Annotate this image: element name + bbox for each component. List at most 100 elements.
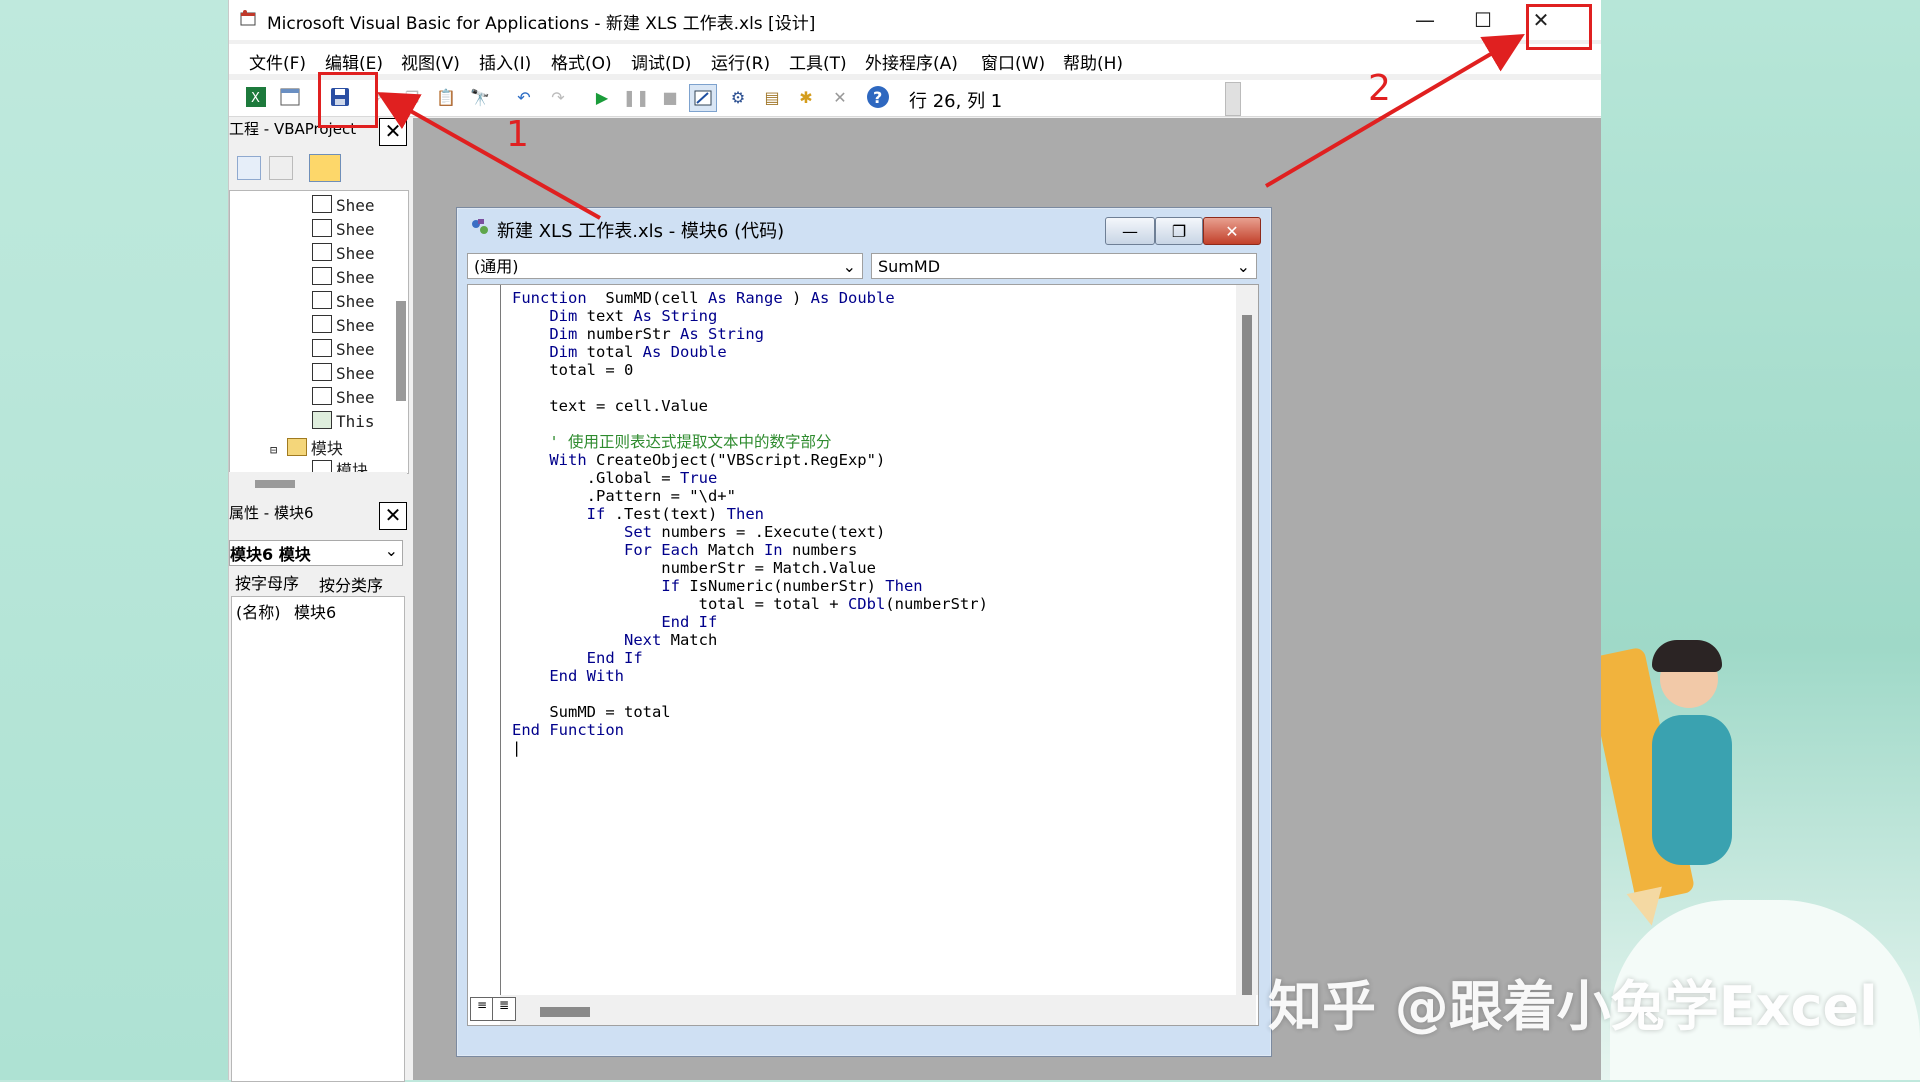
reset-icon[interactable]: ■	[657, 84, 683, 110]
code-line[interactable]: Function SumMD(cell As Range ) As Double	[512, 289, 988, 307]
break-icon[interactable]: ❚❚	[623, 84, 650, 110]
paste-icon[interactable]: 📋	[433, 84, 459, 110]
menu-edit[interactable]: 编辑(E)	[325, 49, 383, 74]
code-line[interactable]: If IsNumeric(numberStr) Then	[512, 577, 988, 595]
code-line[interactable]: End If	[512, 649, 988, 667]
code-line[interactable]: total = total + CDbl(numberStr)	[512, 595, 988, 613]
code-editor[interactable]: Function SumMD(cell As Range ) As Double…	[467, 284, 1259, 1026]
code-token: numberStr = Match.Value	[512, 559, 876, 577]
code-vscroll-thumb[interactable]	[1242, 315, 1252, 995]
code-margin[interactable]	[468, 285, 501, 1025]
tree-item-sheet[interactable]: Shee	[312, 243, 375, 263]
menu-tools[interactable]: 工具(T)	[789, 49, 847, 74]
code-line[interactable]: SumMD = total	[512, 703, 988, 721]
tree-item-sheet[interactable]: Shee	[312, 387, 375, 407]
code-line[interactable]: total = 0	[512, 361, 988, 379]
project-explorer-close-button[interactable]: ✕	[379, 118, 407, 146]
menu-view[interactable]: 视图(V)	[401, 49, 460, 74]
tree-item-thisworkbook[interactable]: This	[312, 411, 375, 431]
code-line[interactable]: If .Test(text) Then	[512, 505, 988, 523]
minimize-button[interactable]: —	[1395, 0, 1455, 40]
code-keyword: As	[633, 307, 652, 325]
tree-item-sheet[interactable]: Shee	[312, 267, 375, 287]
code-hscroll-thumb[interactable]	[540, 1007, 590, 1017]
code-vscroll[interactable]	[1236, 285, 1258, 995]
full-module-view-icon[interactable]: ≣	[492, 997, 516, 1021]
toolbox-icon[interactable]: ✕	[827, 84, 853, 110]
tree-item-sheet[interactable]: Shee	[312, 291, 375, 311]
code-line[interactable]: Dim text As String	[512, 307, 988, 325]
code-keyword: If	[661, 577, 680, 595]
tree-item-sheet[interactable]: Shee	[312, 339, 375, 359]
code-line[interactable]: For Each Match In numbers	[512, 541, 988, 559]
redo-icon[interactable]: ↷	[545, 84, 571, 110]
object-browser-icon[interactable]: ✱	[793, 84, 819, 110]
code-line[interactable]: .Global = True	[512, 469, 988, 487]
tree-item-sheet[interactable]: Shee	[312, 219, 375, 239]
code-keyword: String	[708, 325, 764, 343]
code-keyword: Double	[670, 343, 727, 361]
toggle-folders-icon[interactable]	[309, 154, 341, 182]
code-line[interactable]: Next Match	[512, 631, 988, 649]
design-mode-icon[interactable]	[689, 84, 717, 112]
code-line[interactable]: .Pattern = "\d+"	[512, 487, 988, 505]
code-line[interactable]: End Function	[512, 721, 988, 739]
properties-object-select[interactable]: 模块6 模块 ⌄	[229, 540, 403, 566]
code-line[interactable]: Set numbers = .Execute(text)	[512, 523, 988, 541]
code-minimize-button[interactable]: —	[1105, 217, 1155, 245]
undo-icon[interactable]: ↶	[511, 84, 537, 110]
view-object-icon[interactable]	[269, 156, 293, 180]
toolbar-overflow[interactable]	[1225, 82, 1241, 116]
object-combo[interactable]: (通用) ⌄	[467, 253, 863, 279]
project-hscroll[interactable]	[229, 472, 407, 496]
code-restore-button[interactable]: ❐	[1155, 217, 1203, 245]
menu-debug[interactable]: 调试(D)	[631, 49, 691, 74]
tab-categorized[interactable]: 按分类序	[319, 572, 383, 596]
find-icon[interactable]: 🔭	[467, 84, 493, 110]
code-line[interactable]: Dim total As Double	[512, 343, 988, 361]
code-line[interactable]: text = cell.Value	[512, 397, 988, 415]
insert-userform-icon[interactable]	[277, 84, 303, 110]
menu-help[interactable]: 帮助(H)	[1063, 49, 1123, 74]
code-line[interactable]: numberStr = Match.Value	[512, 559, 988, 577]
code-line[interactable]: With CreateObject("VBScript.RegExp")	[512, 451, 988, 469]
copy-icon[interactable]: ❐	[399, 84, 425, 110]
maximize-button[interactable]: ☐	[1453, 0, 1513, 40]
code-close-button[interactable]: ✕	[1203, 217, 1261, 245]
menu-format[interactable]: 格式(O)	[551, 49, 612, 74]
help-icon[interactable]: ?	[865, 84, 891, 110]
menu-run[interactable]: 运行(R)	[711, 49, 770, 74]
project-explorer-icon[interactable]: ⚙	[725, 84, 751, 110]
procedure-view-icon[interactable]: ≡	[470, 997, 494, 1021]
code-line[interactable]: |	[512, 739, 988, 757]
code-line[interactable]	[512, 379, 988, 397]
menu-window[interactable]: 窗口(W)	[981, 49, 1045, 74]
menu-addins[interactable]: 外接程序(A)	[865, 49, 958, 74]
code-line[interactable]: ' 使用正则表达式提取文本中的数字部分	[512, 433, 988, 451]
code-hscroll[interactable]	[500, 995, 1256, 1025]
chevron-down-icon: ⌄	[384, 541, 398, 560]
tree-folder-modules[interactable]: ⊟ 模块	[270, 435, 343, 459]
code-line[interactable]	[512, 415, 988, 433]
code-line[interactable]: End If	[512, 613, 988, 631]
property-name-value[interactable]: 模块6	[294, 599, 336, 623]
run-icon[interactable]: ▶	[589, 84, 615, 110]
menu-insert[interactable]: 插入(I)	[479, 49, 531, 74]
tree-item-sheet[interactable]: Shee	[312, 363, 375, 383]
tree-item-sheet[interactable]: Shee	[312, 195, 375, 215]
code-line[interactable]	[512, 685, 988, 703]
tab-alphabetic[interactable]: 按字母序	[235, 570, 299, 594]
procedure-combo[interactable]: SumMD ⌄	[871, 253, 1257, 279]
tree-item-sheet[interactable]: Shee	[312, 315, 375, 335]
project-hscroll-thumb[interactable]	[255, 480, 295, 488]
menu-file[interactable]: 文件(F)	[249, 49, 306, 74]
project-tree-scrollbar[interactable]	[396, 301, 406, 401]
code-line[interactable]: End With	[512, 667, 988, 685]
properties-window-icon[interactable]: ▤	[759, 84, 785, 110]
code-line[interactable]: Dim numberStr As String	[512, 325, 988, 343]
properties-close-button[interactable]: ✕	[379, 502, 407, 530]
view-code-icon[interactable]	[237, 156, 261, 180]
code-text[interactable]: Function SumMD(cell As Range ) As Double…	[512, 289, 988, 757]
excel-icon[interactable]: X	[243, 84, 269, 110]
